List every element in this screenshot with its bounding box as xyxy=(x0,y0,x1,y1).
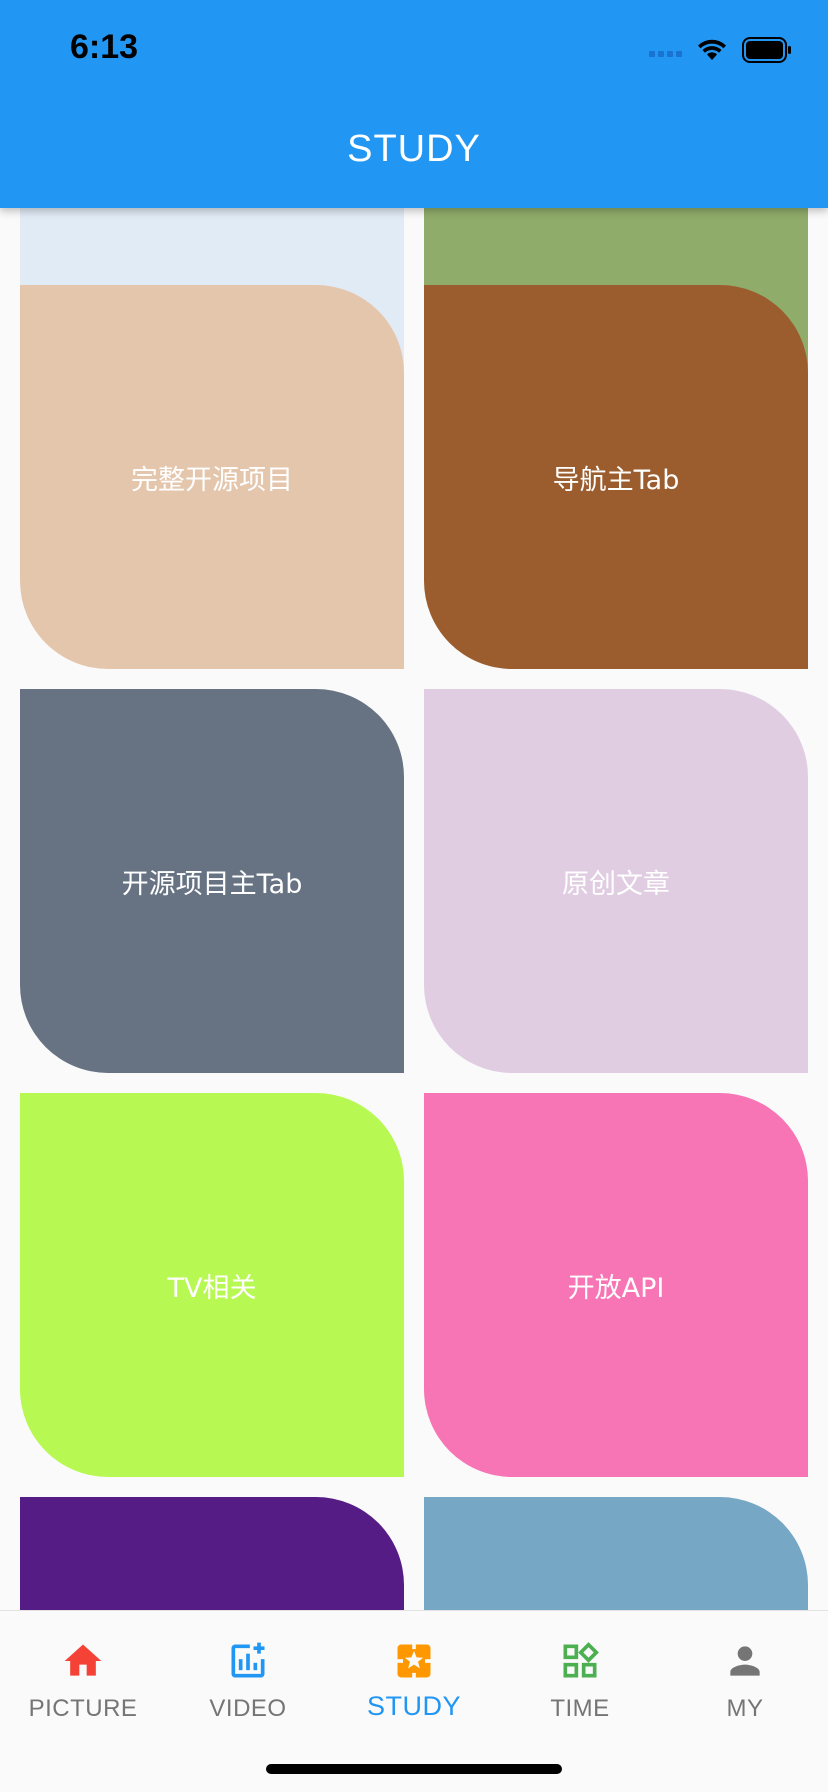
status-time: 6:13 xyxy=(70,28,139,66)
grid-tile-open-source-main-tab[interactable]: 开源项目主Tab xyxy=(20,689,404,1073)
wifi-icon xyxy=(698,39,726,60)
nav-item-time[interactable]: TIME xyxy=(497,1625,663,1735)
tile-label: TV相关 xyxy=(167,1272,257,1304)
nav-label: PICTURE xyxy=(28,1695,138,1722)
grid-tile-open-api[interactable]: 开放API xyxy=(424,1093,808,1477)
grid-tile[interactable] xyxy=(20,1497,404,1610)
nav-label: STUDY xyxy=(366,1691,461,1721)
tile-label: 开放API xyxy=(567,1272,665,1304)
nav-label: VIDEO xyxy=(209,1695,287,1722)
person-icon xyxy=(730,1646,760,1676)
home-indicator[interactable] xyxy=(266,1764,562,1774)
nav-label: MY xyxy=(726,1695,764,1722)
tile-label: 导航主Tab xyxy=(552,464,680,496)
grid-tile-complete-open-source[interactable]: 完整开源项目 xyxy=(20,285,404,669)
app-bar: 6:13 STUDY xyxy=(0,0,828,208)
tile-label: 完整开源项目 xyxy=(131,464,293,496)
grid-tile-tv[interactable]: TV相关 xyxy=(20,1093,404,1477)
tile-label: 开源项目主Tab xyxy=(121,868,303,900)
nav-label: TIME xyxy=(550,1695,610,1722)
nav-item-video[interactable]: VIDEO xyxy=(165,1625,331,1735)
nav-item-my[interactable]: MY xyxy=(662,1625,828,1735)
home-icon xyxy=(64,1644,102,1676)
grid-tile[interactable] xyxy=(424,1497,808,1610)
study-icon xyxy=(397,1644,431,1678)
grid-tile-nav-main-tab[interactable]: 导航主Tab xyxy=(424,285,808,669)
tile-label: 原创文章 xyxy=(562,868,670,900)
nav-item-picture[interactable]: PICTURE xyxy=(0,1625,166,1735)
widgets-icon xyxy=(563,1642,599,1678)
nav-item-study[interactable]: STUDY xyxy=(331,1625,497,1735)
battery-icon xyxy=(742,37,791,63)
status-icons xyxy=(649,36,792,64)
cellular-signal-icon xyxy=(649,43,682,57)
page-title: STUDY xyxy=(347,128,481,170)
study-grid[interactable]: 完整开源项目 导航主Tab 开源项目主Tab 原创文章 TV相关 开放API xyxy=(0,208,828,1610)
chart-add-icon xyxy=(231,1642,265,1678)
grid-tile-original-articles[interactable]: 原创文章 xyxy=(424,689,808,1073)
